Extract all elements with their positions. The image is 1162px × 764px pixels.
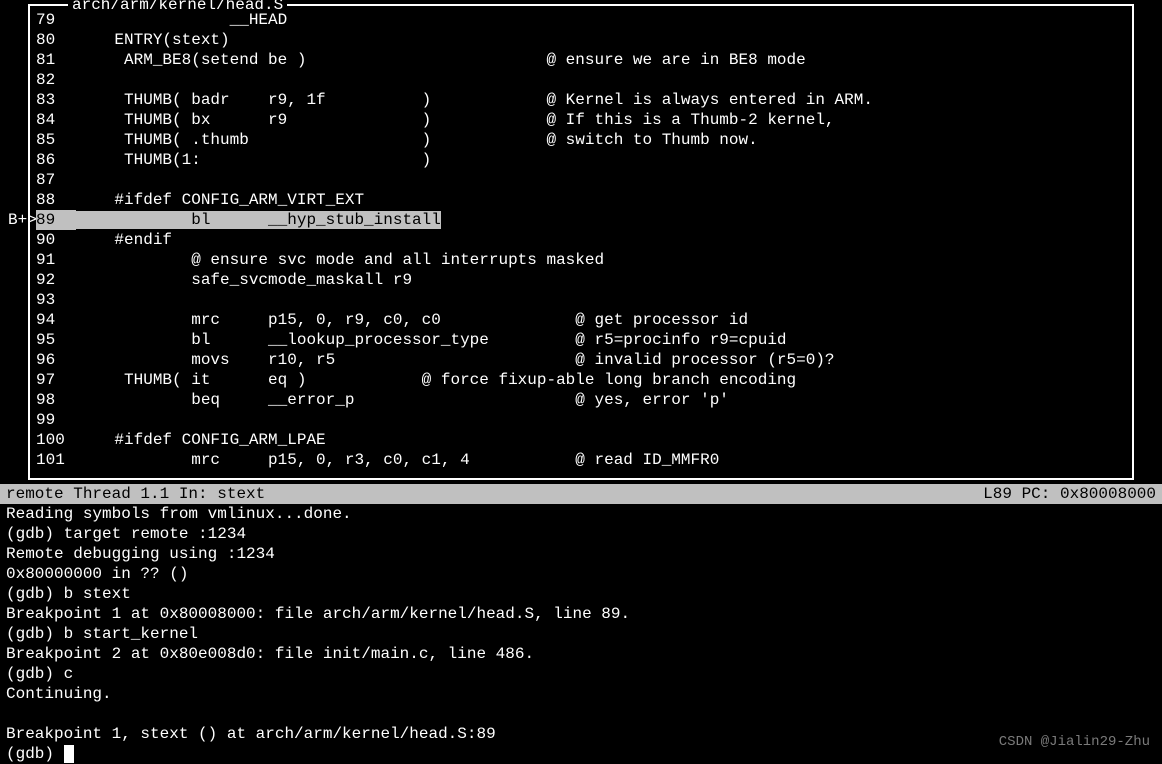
line-number: 100 bbox=[36, 430, 76, 450]
code-text: mrc p15, 0, r9, c0, c0 @ get processor i… bbox=[76, 311, 748, 329]
code-text: THUMB( it eq ) @ force fixup-able long b… bbox=[76, 371, 796, 389]
line-number: 91 bbox=[36, 250, 76, 270]
code-text: beq __error_p @ yes, error 'p' bbox=[76, 391, 729, 409]
code-line: 79 __HEAD bbox=[36, 10, 1120, 30]
line-number: 90 bbox=[36, 230, 76, 250]
console-line: (gdb) target remote :1234 bbox=[6, 524, 1156, 544]
console-line: Breakpoint 1 at 0x80008000: file arch/ar… bbox=[6, 604, 1156, 624]
line-number: 79 bbox=[36, 10, 76, 30]
gdb-prompt[interactable]: (gdb) bbox=[6, 744, 1156, 764]
code-line: 94 mrc p15, 0, r9, c0, c0 @ get processo… bbox=[36, 310, 1120, 330]
console-line: (gdb) b stext bbox=[6, 584, 1156, 604]
cursor-icon bbox=[64, 745, 74, 763]
line-number: 88 bbox=[36, 190, 76, 210]
code-text: movs r10, r5 @ invalid processor (r5=0)? bbox=[76, 351, 835, 369]
code-text: #ifdef CONFIG_ARM_LPAE bbox=[76, 431, 326, 449]
console-line: Remote debugging using :1234 bbox=[6, 544, 1156, 564]
line-number: 98 bbox=[36, 390, 76, 410]
code-text: __HEAD bbox=[76, 11, 287, 29]
code-line: 84 THUMB( bx r9 ) @ If this is a Thumb-2… bbox=[36, 110, 1120, 130]
line-number: 86 bbox=[36, 150, 76, 170]
code-line: 97 THUMB( it eq ) @ force fixup-able lon… bbox=[36, 370, 1120, 390]
code-line: 86 THUMB(1: ) bbox=[36, 150, 1120, 170]
console-line: Continuing. bbox=[6, 684, 1156, 704]
code-text: bl __lookup_processor_type @ r5=procinfo… bbox=[76, 331, 787, 349]
console-line: Breakpoint 1, stext () at arch/arm/kerne… bbox=[6, 724, 1156, 744]
code-line: 93 bbox=[36, 290, 1120, 310]
code-line: 82 bbox=[36, 70, 1120, 90]
code-line: 92 safe_svcmode_maskall r9 bbox=[36, 270, 1120, 290]
line-number: 92 bbox=[36, 270, 76, 290]
code-line: 90 #endif bbox=[36, 230, 1120, 250]
line-number: 96 bbox=[36, 350, 76, 370]
console-line: Reading symbols from vmlinux...done. bbox=[6, 504, 1156, 524]
console-line: (gdb) b start_kernel bbox=[6, 624, 1156, 644]
code-text: ARM_BE8(setend be ) @ ensure we are in B… bbox=[76, 51, 806, 69]
watermark: CSDN @Jialin29-Zhu bbox=[999, 734, 1150, 752]
code-line: 99 bbox=[36, 410, 1120, 430]
code-line: 95 bl __lookup_processor_type @ r5=proci… bbox=[36, 330, 1120, 350]
status-left: remote Thread 1.1 In: stext bbox=[6, 484, 265, 504]
code-text: THUMB( badr r9, 1f ) @ Kernel is always … bbox=[76, 91, 873, 109]
console-line: 0x80000000 in ?? () bbox=[6, 564, 1156, 584]
line-number: 87 bbox=[36, 170, 76, 190]
code-text: mrc p15, 0, r3, c0, c1, 4 @ read ID_MMFR… bbox=[76, 451, 719, 469]
code-text: #ifdef CONFIG_ARM_VIRT_EXT bbox=[76, 191, 364, 209]
code-text: safe_svcmode_maskall r9 bbox=[76, 271, 412, 289]
code-line: 100 #ifdef CONFIG_ARM_LPAE bbox=[36, 430, 1120, 450]
code-line: B+>89 bl __hyp_stub_install bbox=[36, 210, 1120, 230]
line-number: 99 bbox=[36, 410, 76, 430]
status-right: L89 PC: 0x80008000 bbox=[983, 484, 1156, 504]
line-number: 101 bbox=[36, 450, 76, 470]
code-text: @ ensure svc mode and all interrupts mas… bbox=[76, 251, 604, 269]
line-number: 84 bbox=[36, 110, 76, 130]
code-text: ENTRY(stext) bbox=[76, 31, 230, 49]
status-bar: remote Thread 1.1 In: stext L89 PC: 0x80… bbox=[0, 484, 1162, 504]
line-number: 83 bbox=[36, 90, 76, 110]
code-text: #endif bbox=[76, 231, 172, 249]
code-line: 98 beq __error_p @ yes, error 'p' bbox=[36, 390, 1120, 410]
code-listing[interactable]: 79 __HEAD80 ENTRY(stext)81 ARM_BE8(seten… bbox=[30, 6, 1132, 474]
code-line: 96 movs r10, r5 @ invalid processor (r5=… bbox=[36, 350, 1120, 370]
line-number: 81 bbox=[36, 50, 76, 70]
code-line: 87 bbox=[36, 170, 1120, 190]
code-line: 91 @ ensure svc mode and all interrupts … bbox=[36, 250, 1120, 270]
console-line bbox=[6, 704, 1156, 724]
code-line: 81 ARM_BE8(setend be ) @ ensure we are i… bbox=[36, 50, 1120, 70]
gdb-console[interactable]: Reading symbols from vmlinux...done.(gdb… bbox=[0, 504, 1162, 764]
line-number: 85 bbox=[36, 130, 76, 150]
line-number: 93 bbox=[36, 290, 76, 310]
code-line: 101 mrc p15, 0, r3, c0, c1, 4 @ read ID_… bbox=[36, 450, 1120, 470]
console-line: (gdb) c bbox=[6, 664, 1156, 684]
line-number: 94 bbox=[36, 310, 76, 330]
breakpoint-marker: B+> bbox=[8, 210, 34, 230]
code-line: 88 #ifdef CONFIG_ARM_VIRT_EXT bbox=[36, 190, 1120, 210]
line-number: 95 bbox=[36, 330, 76, 350]
code-line: 83 THUMB( badr r9, 1f ) @ Kernel is alwa… bbox=[36, 90, 1120, 110]
source-panel: arch/arm/kernel/head.S 79 __HEAD80 ENTRY… bbox=[28, 4, 1134, 480]
console-line: Breakpoint 2 at 0x80e008d0: file init/ma… bbox=[6, 644, 1156, 664]
code-text: THUMB(1: ) bbox=[76, 151, 431, 169]
prompt-text: (gdb) bbox=[6, 745, 64, 763]
line-number: 97 bbox=[36, 370, 76, 390]
code-line: 80 ENTRY(stext) bbox=[36, 30, 1120, 50]
code-line: 85 THUMB( .thumb ) @ switch to Thumb now… bbox=[36, 130, 1120, 150]
line-number: 80 bbox=[36, 30, 76, 50]
line-number: 82 bbox=[36, 70, 76, 90]
code-text: THUMB( bx r9 ) @ If this is a Thumb-2 ke… bbox=[76, 111, 835, 129]
code-text: THUMB( .thumb ) @ switch to Thumb now. bbox=[76, 131, 758, 149]
